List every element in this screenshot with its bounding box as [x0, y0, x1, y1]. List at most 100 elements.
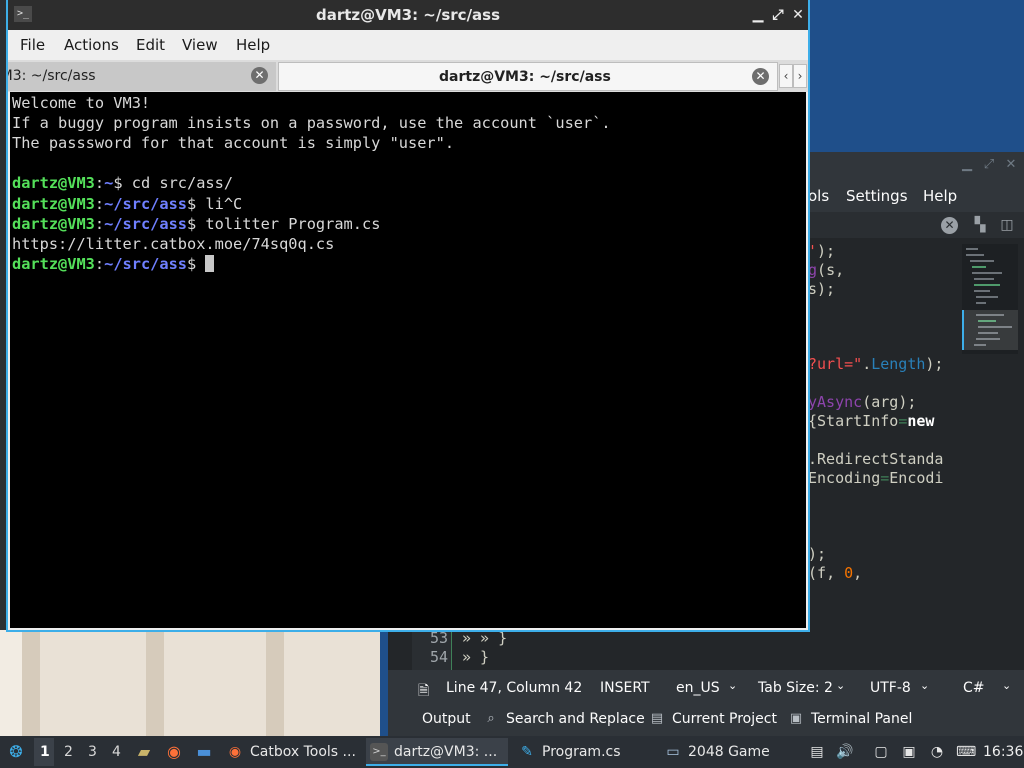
terminal-icon: ▣: [789, 711, 803, 726]
menu-help[interactable]: Help: [236, 36, 270, 54]
code-token: );: [898, 393, 917, 411]
code-token: ?url=": [808, 355, 863, 373]
menu-help[interactable]: Help: [923, 187, 957, 205]
dictionary-select[interactable]: en_US: [676, 680, 720, 696]
code-token: (: [862, 393, 872, 411]
task-terminal[interactable]: >_ dartz@VM3: ...: [366, 738, 508, 766]
show-desktop-icon[interactable]: ▬: [194, 743, 214, 761]
terminal-output[interactable]: Welcome to VM3! If a buggy program insist…: [10, 92, 806, 628]
menu-actions[interactable]: Actions: [64, 36, 119, 54]
menu-view[interactable]: View: [182, 36, 218, 54]
minimize-icon[interactable]: ▁: [958, 156, 976, 174]
language-select[interactable]: C#: [963, 680, 985, 696]
command-text: $: [187, 254, 206, 273]
code-line: (f, 0,: [808, 564, 862, 582]
split-view-icon[interactable]: ▚: [972, 217, 988, 233]
workspace-3[interactable]: 3: [88, 744, 97, 760]
toolview-output[interactable]: Output: [422, 711, 471, 727]
terminal-tabbar: dartz@VM3: ~/src/ass ✕ dartz@VM3: ~/src/…: [8, 60, 808, 92]
close-tab-icon[interactable]: ✕: [752, 68, 769, 85]
project-icon: ▤: [650, 711, 664, 726]
maximize-icon[interactable]: ⤢: [770, 6, 786, 24]
close-icon[interactable]: ✕: [1002, 156, 1020, 174]
code-line: ?url=".Length);: [808, 355, 943, 373]
prompt-path: ~/src/ass: [104, 254, 187, 273]
code-token: );: [808, 545, 827, 563]
wallpaper-stripe: [146, 630, 164, 736]
task-catbox-tools[interactable]: ◉ Catbox Tools ...: [222, 738, 362, 766]
terminal-titlebar[interactable]: >_ dartz@VM3: ~/src/ass ▁ ⤢ ✕: [8, 0, 808, 30]
display-icon[interactable]: ▣: [900, 743, 918, 761]
chevron-down-icon[interactable]: ⌄: [920, 679, 929, 692]
toolview-terminal-panel[interactable]: Terminal Panel: [811, 711, 912, 727]
chevron-right-icon[interactable]: ›: [793, 64, 807, 88]
terminal-icon: >_: [370, 743, 388, 761]
workspace-2[interactable]: 2: [64, 744, 73, 760]
firefox-icon[interactable]: ◉: [164, 743, 184, 761]
task-label: dartz@VM3: ...: [394, 744, 498, 760]
clock[interactable]: 16:36: [983, 744, 1023, 760]
menu-tools[interactable]: ols: [808, 187, 829, 205]
task-2048-game[interactable]: ▭ 2048 Game: [660, 738, 800, 766]
code-line: ');: [808, 242, 835, 260]
code-line: s);: [808, 280, 835, 298]
prompt-separator: :: [94, 194, 105, 213]
terminal-window[interactable]: >_ dartz@VM3: ~/src/ass ▁ ⤢ ✕ File Actio…: [6, 0, 810, 632]
columns-icon[interactable]: ◫: [999, 217, 1015, 233]
maximize-icon[interactable]: ⤢: [980, 156, 998, 174]
terminal-line: Welcome to VM3!: [12, 94, 151, 112]
keyboard-icon[interactable]: ⌨: [956, 743, 976, 761]
close-tab-icon[interactable]: ✕: [941, 217, 958, 234]
toolview-search-replace[interactable]: Search and Replace: [506, 711, 645, 727]
toolview-current-project[interactable]: Current Project: [672, 711, 777, 727]
close-tab-icon[interactable]: ✕: [251, 67, 268, 84]
prompt-user: dartz@VM3: [12, 214, 95, 233]
code-line: yAsync(arg);: [808, 393, 916, 411]
cursor-position[interactable]: Line 47, Column 42: [446, 680, 582, 696]
notes-icon[interactable]: ▢: [872, 743, 890, 761]
chevron-left-icon[interactable]: ‹: [779, 64, 793, 88]
application-menu-icon[interactable]: ❂: [6, 743, 26, 761]
terminal-line: dartz@VM3:~/src/ass$: [12, 254, 215, 273]
menu-file[interactable]: File: [20, 36, 45, 54]
line-number: 54: [429, 648, 448, 666]
clipboard-icon[interactable]: ▤: [808, 743, 826, 761]
close-icon[interactable]: ✕: [790, 6, 806, 24]
minimap[interactable]: [962, 244, 1018, 354]
window-title: dartz@VM3: ~/src/ass: [315, 6, 501, 24]
workspace-4[interactable]: 4: [112, 744, 121, 760]
tab-size-select[interactable]: Tab Size: 2: [758, 680, 833, 696]
terminal-tab-2[interactable]: dartz@VM3: ~/src/ass ✕: [278, 62, 778, 91]
code-token: RedirectStanda: [817, 450, 944, 468]
terminal-tab-1[interactable]: dartz@VM3: ~/src/ass ✕: [8, 62, 276, 91]
code-token: Encoding: [808, 469, 881, 487]
code-line: g(s,: [808, 261, 844, 279]
wallpaper-stripe: [266, 630, 284, 736]
input-mode[interactable]: INSERT: [600, 680, 650, 696]
task-program-cs[interactable]: ✎ Program.cs: [514, 738, 654, 766]
chevron-down-icon[interactable]: ⌄: [728, 679, 737, 692]
command-text: $ li^C: [187, 194, 243, 213]
menu-edit[interactable]: Edit: [136, 36, 165, 54]
window-icon: ▭: [666, 744, 680, 760]
document-icon: 🗎: [418, 683, 430, 699]
chevron-down-icon[interactable]: ⌄: [836, 679, 845, 692]
network-icon[interactable]: ◔: [928, 743, 946, 761]
volume-icon[interactable]: 🔊: [836, 743, 854, 761]
code-line: .RedirectStanda: [808, 450, 943, 468]
encoding-select[interactable]: UTF-8: [870, 680, 911, 696]
code-token: 0: [844, 564, 854, 582]
minimize-icon[interactable]: ▁: [750, 6, 766, 24]
chevron-down-icon[interactable]: ⌄: [1002, 679, 1011, 692]
menu-settings[interactable]: Settings: [846, 187, 908, 205]
code-token: ,: [853, 564, 863, 582]
desktop-wallpaper: [0, 630, 380, 736]
task-label: 2048 Game: [688, 744, 770, 760]
tab-label: dartz@VM3: ~/src/ass: [439, 69, 611, 85]
workspace-1[interactable]: 1: [40, 744, 50, 760]
code-line: Encoding=Encodi: [808, 469, 943, 487]
taskbar: ❂ 1 2 3 4 ▰ ◉ ▬ ◉ Catbox Tools ... >_ da…: [0, 736, 1024, 768]
code-token: ,: [835, 261, 845, 279]
minimap-viewport[interactable]: [962, 310, 1018, 350]
file-manager-icon[interactable]: ▰: [134, 743, 154, 761]
